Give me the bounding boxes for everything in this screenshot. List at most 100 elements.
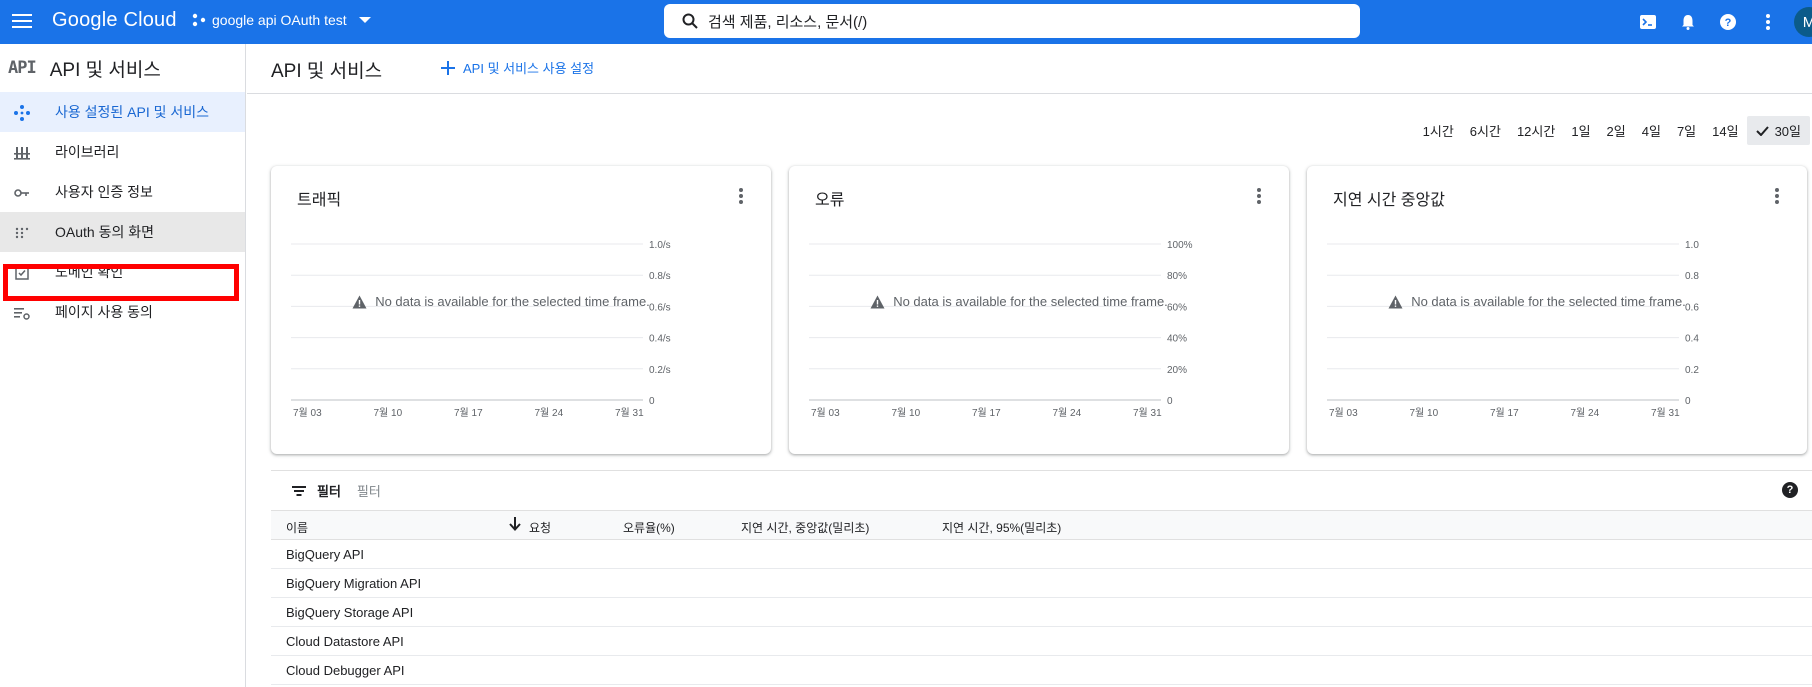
x-tick-label: 7월 17: [972, 407, 1001, 419]
range-12h[interactable]: 12시간: [1509, 116, 1563, 145]
x-tick-label: 7월 03: [293, 407, 322, 419]
filter-label: 필터: [317, 484, 341, 499]
x-tick-label: 7월 17: [1490, 407, 1519, 419]
enable-apis-button[interactable]: API 및 서비스 사용 설정: [441, 58, 594, 77]
range-1h[interactable]: 1시간: [1415, 116, 1462, 145]
table-row[interactable]: BigQuery Migration API: [271, 569, 1812, 598]
no-data-message: No data is available for the selected ti…: [271, 294, 731, 309]
sidebar-item-page-usage-agreement[interactable]: 페이지 사용 동의: [0, 292, 245, 332]
more-vert-icon[interactable]: [1748, 2, 1788, 42]
y-tick-label: 40%: [1167, 334, 1187, 345]
x-tick-label: 7월 10: [1410, 407, 1439, 419]
column-requests[interactable]: 요청: [529, 519, 551, 536]
column-error-rate[interactable]: 오류율(%): [623, 519, 675, 536]
column-latency-median[interactable]: 지연 시간, 중앙값(밀리초): [741, 519, 869, 536]
api-name-link[interactable]: BigQuery Storage API: [286, 605, 413, 620]
range-14d[interactable]: 14일: [1704, 116, 1746, 145]
x-tick-label: 7월 24: [1571, 407, 1600, 419]
more-vert-icon[interactable]: [1775, 188, 1779, 204]
x-tick-label: 7월 31: [615, 407, 644, 419]
range-4d[interactable]: 4일: [1634, 116, 1669, 145]
search-placeholder: 검색 제품, 리소스, 문서(/): [708, 13, 868, 31]
y-tick-label: 0.2: [1685, 365, 1699, 376]
table-row[interactable]: Cloud Datastore API: [271, 627, 1812, 656]
range-7d[interactable]: 7일: [1669, 116, 1704, 145]
sidebar-item-enabled-apis[interactable]: 사용 설정된 API 및 서비스: [0, 92, 245, 132]
api-name-link[interactable]: BigQuery API: [286, 547, 364, 562]
range-2d[interactable]: 2일: [1599, 116, 1634, 145]
filter-bar[interactable]: 필터 필터 ?: [271, 470, 1812, 510]
sidebar-item-domain-verification[interactable]: 도메인 확인: [0, 252, 245, 292]
notifications-bell-icon[interactable]: [1668, 2, 1708, 42]
column-name[interactable]: 이름: [286, 519, 308, 536]
help-icon[interactable]: ?: [1782, 482, 1798, 498]
errors-chart: 100%80%60%40%20%07월 03 7월 10 7월 17 7월 24 7월 …: [809, 240, 1193, 419]
y-tick-label: 1.0: [1685, 240, 1699, 251]
search-input[interactable]: 검색 제품, 리소스, 문서(/): [664, 4, 1360, 38]
time-range-selector: 1시간 6시간 12시간 1일 2일 4일 7일 14일 30일: [1415, 116, 1810, 145]
x-tick-label: 7월 31: [1133, 407, 1162, 419]
card-title: 트래픽: [297, 192, 342, 209]
y-tick-label: 0: [649, 396, 655, 407]
google-cloud-logo[interactable]: Google Cloud: [52, 9, 177, 32]
api-name-link[interactable]: BigQuery Migration API: [286, 576, 421, 591]
arrow-down-icon[interactable]: [509, 517, 521, 531]
table-header: 이름 요청 오류율(%) 지연 시간, 중앙값(밀리초) 지연 시간, 95%(…: [271, 510, 1812, 540]
filter-input[interactable]: 필터: [357, 481, 381, 500]
more-vert-icon[interactable]: [1257, 188, 1261, 204]
api-table: 필터 필터 ? 이름 요청 오류율(%) 지연 시간, 중앙값(밀리초) 지연 …: [271, 470, 1812, 685]
sidebar-item-label: OAuth 동의 화면: [55, 224, 154, 240]
help-icon[interactable]: ?: [1708, 2, 1748, 42]
cloud-shell-icon[interactable]: [1628, 2, 1668, 42]
project-selector[interactable]: google api OAuth test: [192, 12, 371, 28]
sidebar-item-label: 사용 설정된 API 및 서비스: [55, 104, 210, 120]
x-tick-label: 7월 03: [1329, 407, 1358, 419]
sidebar-item-oauth-consent[interactable]: OAuth 동의 화면: [0, 212, 245, 252]
table-row[interactable]: BigQuery API: [271, 540, 1812, 569]
y-tick-label: 0.8/s: [649, 271, 671, 282]
table-row[interactable]: BigQuery Storage API: [271, 598, 1812, 627]
avatar[interactable]: M: [1794, 7, 1812, 37]
card-title: 오류: [815, 192, 845, 209]
table-row[interactable]: Cloud Debugger API: [271, 656, 1812, 685]
sidebar-item-label: 페이지 사용 동의: [55, 304, 153, 320]
menu-icon[interactable]: [10, 10, 34, 34]
sidebar-item-label: 사용자 인증 정보: [55, 184, 153, 200]
y-tick-label: 0.8: [1685, 271, 1699, 282]
y-tick-label: 20%: [1167, 365, 1187, 376]
search-icon: [682, 13, 698, 29]
plus-icon: [441, 60, 455, 75]
sidebar-item-label: 도메인 확인: [55, 264, 124, 280]
traffic-chart: 1.0/s0.8/s0.6/s0.4/s0.2/s07월 03 7월 10 7월 1…: [291, 240, 671, 419]
range-6h[interactable]: 6시간: [1462, 116, 1509, 145]
page-title: API 및 서비스: [271, 61, 383, 82]
sidebar: API API 및 서비스 사용 설정된 API 및 서비스 라이브러리 사용자…: [0, 44, 246, 687]
checkbox-icon: [15, 266, 29, 280]
card-title: 지연 시간 중앙값: [1333, 192, 1445, 209]
range-1d[interactable]: 1일: [1563, 116, 1598, 145]
sidebar-item-library[interactable]: 라이브러리: [0, 132, 245, 172]
main-header: API 및 서비스 API 및 서비스 사용 설정: [247, 44, 1812, 94]
no-data-message: No data is available for the selected ti…: [1307, 294, 1767, 309]
project-name: google api OAuth test: [212, 12, 347, 28]
errors-card: 100% 80% 60% 40% 20% 0 7월 03 7월 10 7월 17 7월 24 7월 …: [789, 166, 1289, 454]
project-nodes-icon: [192, 13, 206, 27]
main-content: API 및 서비스 API 및 서비스 사용 설정 1시간 6시간 12시간 1…: [247, 44, 1812, 687]
no-data-text: No data is available for the selected ti…: [1411, 294, 1686, 309]
latency-card: 1.0 0.8 0.6 0.4 0.2 0 7월 03 7월 10 7월 17 7월 24 7월 3…: [1307, 166, 1807, 454]
svg-text:?: ?: [1725, 17, 1732, 29]
y-tick-label: 0: [1685, 396, 1691, 407]
range-30d[interactable]: 30일: [1746, 116, 1810, 145]
sidebar-item-credentials[interactable]: 사용자 인증 정보: [0, 172, 245, 212]
api-name-link[interactable]: Cloud Debugger API: [286, 663, 405, 678]
top-bar: Google Cloud google api OAuth test 검색 제품…: [0, 0, 1812, 44]
traffic-card: 1.0/s 0.8/s 0.6/s 0.4/s 0.2/s 0 7월 03 7월 10 7월 1…: [271, 166, 771, 454]
warning-icon: [1388, 295, 1403, 308]
y-tick-label: 0.4/s: [649, 334, 671, 345]
filter-icon: [291, 485, 307, 497]
x-tick-label: 7월 10: [374, 407, 403, 419]
y-tick-label: 1.0/s: [649, 240, 671, 251]
more-vert-icon[interactable]: [739, 188, 743, 204]
api-name-link[interactable]: Cloud Datastore API: [286, 634, 404, 649]
column-latency-95[interactable]: 지연 시간, 95%(밀리초): [942, 519, 1061, 536]
